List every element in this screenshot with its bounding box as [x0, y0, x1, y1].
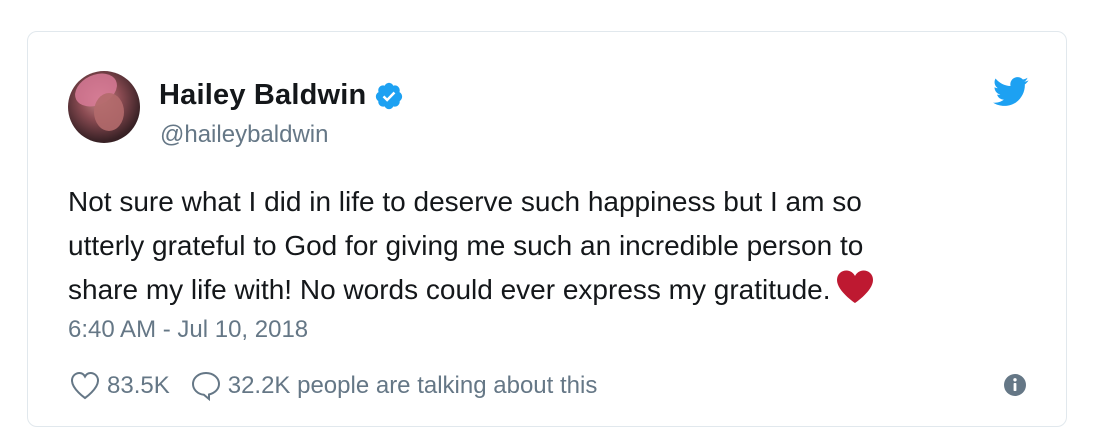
author-name-row[interactable]: Hailey Baldwin [159, 79, 404, 112]
tweet-text: Not sure what I did in life to deserve s… [68, 180, 1028, 312]
tweet-text-line: utterly grateful to God for giving me su… [68, 230, 864, 261]
heart-outline-icon[interactable] [69, 370, 101, 402]
embedded-tweet-card[interactable]: Hailey Baldwin @haileybaldwin Not sure w… [27, 31, 1067, 427]
avatar[interactable] [68, 71, 140, 143]
tweet-text-line: Not sure what I did in life to deserve s… [68, 186, 862, 217]
author-handle[interactable]: @haileybaldwin [160, 121, 328, 149]
conversation-count[interactable]: 32.2K people are talking about this [228, 372, 598, 400]
tweet-actions: 83.5K 32.2K people are talking about thi… [69, 370, 605, 402]
twitter-bird-icon[interactable] [993, 77, 1029, 107]
tweet-text-line-last: share my life with! No words could ever … [68, 268, 1028, 312]
tweet-timestamp[interactable]: 6:40 AM - Jul 10, 2018 [68, 316, 308, 344]
like-count[interactable]: 83.5K [107, 372, 170, 400]
tweet-text-line: share my life with! No words could ever … [68, 274, 831, 305]
speech-bubble-icon[interactable] [190, 370, 222, 402]
info-icon[interactable] [1003, 373, 1027, 397]
red-heart-emoji-icon [836, 270, 873, 303]
author-name[interactable]: Hailey Baldwin [159, 79, 366, 112]
avatar-face-shape [94, 93, 124, 131]
verified-badge-icon [376, 82, 403, 109]
